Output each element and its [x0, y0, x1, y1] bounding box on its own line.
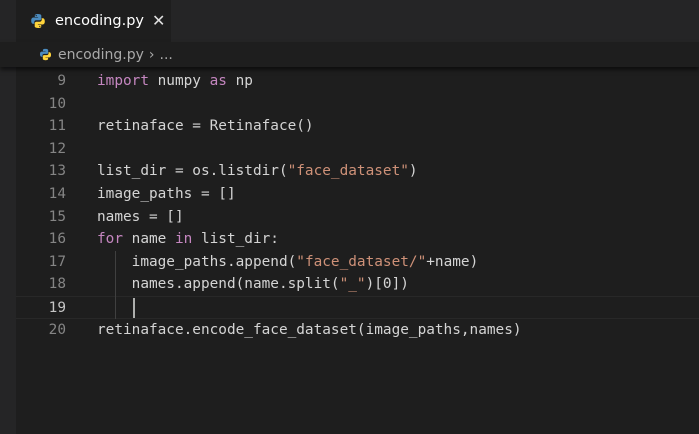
code-token: names.append(name.split( [97, 276, 340, 293]
code-text: import numpy as np [97, 70, 253, 93]
tab-label: encoding.py [55, 13, 144, 29]
code-token: ) [408, 163, 418, 180]
code-token: image_paths.append( [97, 253, 297, 270]
code-text: image_paths.append("face_dataset/"+name) [97, 251, 479, 274]
code-token: image_paths = [] [97, 186, 236, 202]
code-text: retinaface.encode_face_dataset(image_pat… [97, 319, 522, 342]
code-token: list_dir: [192, 231, 279, 248]
code-token: retinaface.encode_face_dataset(image_pat… [97, 321, 522, 338]
keyword-token: import [97, 73, 149, 89]
code-line[interactable]: 15 names = [] [16, 206, 699, 229]
code-line[interactable]: 9 import numpy as np [16, 70, 699, 93]
code-line[interactable]: 13 list_dir = os.listdir("face_dataset") [16, 160, 699, 183]
text-cursor [133, 297, 135, 318]
breadcrumb-file[interactable]: encoding.py [58, 47, 144, 63]
keyword-token: for [97, 231, 123, 248]
code-line[interactable]: 17 image_paths.append("face_dataset/"+na… [16, 251, 699, 274]
code-text: list_dir = os.listdir("face_dataset") [97, 160, 418, 183]
breadcrumb: encoding.py › ... [0, 42, 699, 67]
code-token: numpy [148, 73, 210, 89]
code-text: for name in list_dir: [97, 228, 279, 251]
code-line[interactable]: 10 [16, 93, 699, 116]
code-line[interactable]: 11 retinaface = Retinaface() [16, 115, 699, 138]
tab-encoding-py[interactable]: encoding.py ✕ [16, 0, 171, 42]
code-text: image_paths = [] [97, 183, 236, 206]
close-icon[interactable]: ✕ [152, 13, 165, 29]
code-line[interactable]: 19 [16, 296, 699, 319]
string-token: "face_dataset/" [296, 253, 427, 270]
code-line[interactable]: 16 for name in list_dir: [16, 228, 699, 251]
line-number: 16 [48, 231, 66, 248]
line-number: 13 [48, 163, 66, 180]
python-file-icon [31, 14, 45, 28]
code-token: np [226, 73, 253, 89]
line-number: 10 [48, 95, 66, 112]
line-number: 20 [48, 321, 66, 338]
code-line[interactable]: 14 image_paths = [] [16, 183, 699, 206]
activity-strip [0, 67, 16, 434]
code-token: +name) [426, 253, 479, 270]
code-editor[interactable]: 9 import numpy as np 10 11 retinaface = Reti… [16, 67, 699, 434]
breadcrumb-more[interactable]: ... [160, 47, 173, 63]
line-number: 11 [48, 118, 66, 135]
code-text: retinaface = Retinaface() [97, 115, 314, 138]
line-number: 9 [57, 73, 66, 89]
indent-guide [115, 250, 116, 319]
code-token: retinaface = Retinaface() [97, 118, 314, 135]
line-number: 18 [48, 276, 66, 293]
line-number: 19 [48, 300, 66, 316]
code-token: list_dir = os.listdir( [97, 163, 288, 180]
code-token: )[0]) [365, 276, 409, 293]
code-text: names = [] [97, 206, 184, 229]
line-number: 12 [48, 140, 66, 157]
tab-bar: encoding.py ✕ [0, 0, 699, 42]
line-number: 15 [48, 208, 66, 225]
string-token: "face_dataset" [287, 163, 409, 180]
chevron-right-icon: › [148, 46, 155, 63]
line-number: 17 [48, 253, 66, 270]
code-line[interactable]: 20 retinaface.encode_face_dataset(image_p… [16, 319, 699, 342]
code-line[interactable]: 12 [16, 138, 699, 161]
line-number: 14 [48, 186, 66, 202]
keyword-token: in [174, 231, 193, 248]
string-token: "_" [339, 276, 366, 293]
code-token: names = [] [97, 208, 184, 225]
keyword-token: as [209, 73, 227, 89]
python-file-icon [39, 48, 52, 61]
code-line[interactable]: 18 names.append(name.split("_")[0]) [16, 273, 699, 296]
code-text: names.append(name.split("_")[0]) [97, 273, 409, 296]
code-token: name [123, 231, 175, 248]
